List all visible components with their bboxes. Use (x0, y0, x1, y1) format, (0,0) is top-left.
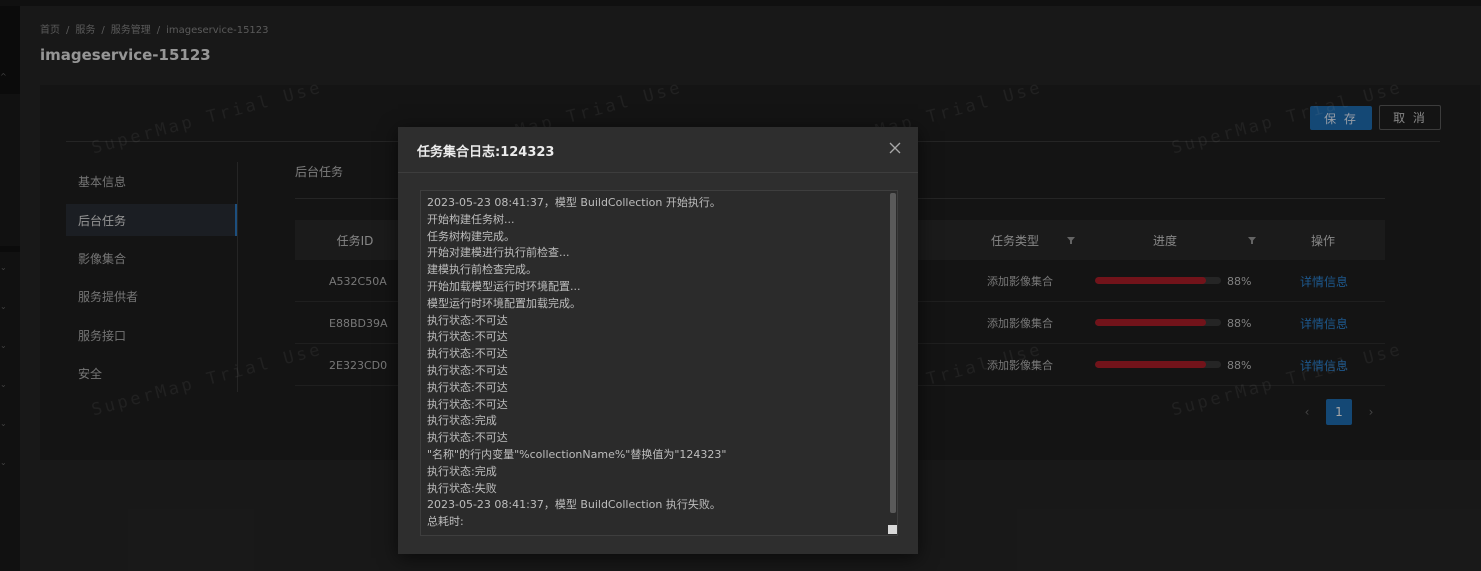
log-line: 执行状态:不可达 (427, 397, 508, 411)
log-line: 执行状态:完成 (427, 414, 497, 428)
modal-divider (398, 172, 918, 173)
log-modal: 任务集合日志:124323 2023-05-23 08:41:37，模型 Bui… (398, 127, 918, 554)
log-line: 执行状态:不可达 (427, 347, 508, 361)
modal-title: 任务集合日志:124323 (417, 145, 555, 160)
log-line: 执行状态:不可达 (427, 313, 508, 327)
log-line: 总耗时: (427, 515, 464, 529)
app-window: ^ ⌄ ⌄ ⌄ ⌄ ⌄ ⌄ 首页 / 服务 / 服务管理 / imageservice-15… (0, 0, 1481, 571)
log-line: 执行状态:完成 (427, 464, 497, 478)
log-line: "名称"的行内变量"%collectionName%"替换值为"124323" (427, 447, 727, 461)
log-line: 2023-05-23 08:41:37，模型 BuildCollection 开… (427, 196, 721, 209)
resize-handle-icon[interactable] (888, 525, 897, 534)
log-line: 执行状态:不可达 (427, 380, 508, 394)
log-line: 开始构建任务树... (427, 212, 515, 226)
log-line: 2023-05-23 08:41:37，模型 BuildCollection 执… (427, 498, 721, 512)
log-line: 开始加载模型运行时环境配置... (427, 279, 581, 293)
log-line: 执行状态:不可达 (427, 363, 508, 377)
log-line: 执行状态:失败 (427, 481, 497, 495)
log-line: 执行状态:不可达 (427, 431, 508, 445)
log-textarea[interactable]: 2023-05-23 08:41:37，模型 BuildCollection 开… (420, 190, 898, 536)
log-line: 开始对建模进行执行前检查... (427, 246, 570, 260)
log-line: 建模执行前检查完成。 (427, 263, 537, 277)
log-scrollbar[interactable] (890, 193, 896, 513)
log-line: 任务树构建完成。 (427, 229, 515, 243)
log-line: 执行状态:不可达 (427, 330, 508, 344)
close-icon[interactable] (888, 141, 902, 155)
log-line: 模型运行时环境配置加载完成。 (427, 296, 581, 310)
log-lines: 2023-05-23 08:41:37，模型 BuildCollection 开… (427, 195, 887, 531)
